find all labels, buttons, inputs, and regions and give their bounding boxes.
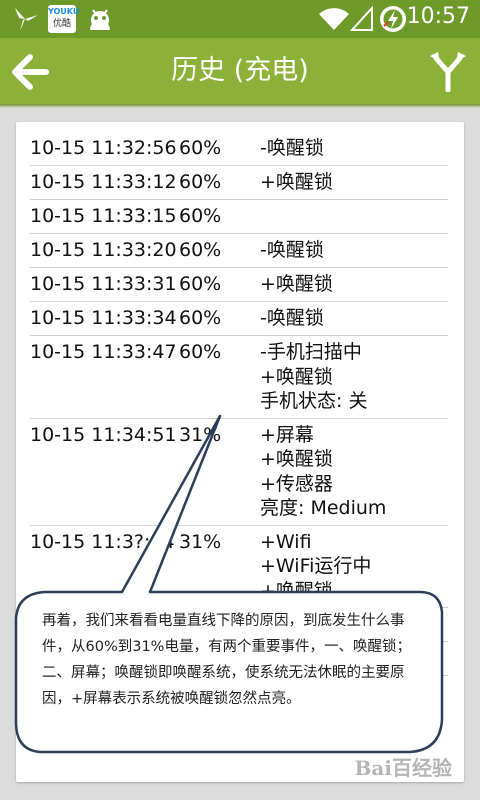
history-event: -唤醒锁 [260, 137, 324, 159]
status-time: 10:57 [406, 4, 470, 29]
history-events: -唤醒锁 [260, 306, 448, 331]
history-percent: 60% [179, 341, 222, 363]
history-percent: 31% [179, 530, 222, 553]
history-time: 10-15 11:33:47 [30, 341, 177, 363]
history-events: +屏幕 +唤醒锁 +传感器 亮度: Medium [260, 423, 448, 521]
history-time: 10-15 11:33:31 [30, 273, 177, 295]
title-bar-shadow [0, 104, 480, 108]
signal-icon [350, 6, 373, 31]
history-time: 10-15 11:33:20 [30, 239, 177, 261]
history-row: 10-15 11:33:20 60% -唤醒锁 [30, 234, 448, 268]
history-events: -唤醒锁 [260, 136, 448, 161]
history-time: 10-15 11:33:15 [30, 205, 177, 227]
history-event: +Wifi [260, 530, 312, 553]
history-row: 10-15 11:3?:54 31% +Wifi +WiFi运行中 +唤醒锁 [30, 526, 448, 608]
history-event: +唤醒锁 [260, 448, 333, 470]
history-time: 10-15 11:34:51 [30, 423, 177, 446]
history-row: 10-15 11:33:34 60% -唤醒锁 [30, 302, 448, 336]
back-arrow-icon[interactable] [10, 52, 52, 92]
history-event: +传感器 [260, 472, 333, 495]
history-event [260, 204, 448, 229]
history-event: -唤醒锁 [260, 239, 324, 261]
history-event: +唤醒锁 [260, 365, 333, 388]
history-event: -手机扫描中 [260, 341, 362, 363]
history-event: +唤醒锁 [260, 171, 333, 193]
history-row: 10-15 11:34:51 31% +屏幕 +唤醒锁 +传感器 亮度: Medium [30, 419, 448, 526]
history-percent: 60% [179, 307, 222, 329]
history-event: +唤醒锁 [260, 273, 333, 295]
history-time: 10-15 11:3?:54 [30, 530, 175, 553]
history-row: 10-15 11:32:56 60% -唤醒锁 [30, 132, 448, 166]
baidu-watermark: Bai百经验 [354, 756, 452, 780]
history-row: 10-15 11:33:15 60% [30, 200, 448, 234]
android-icon [90, 9, 110, 30]
history-row: 10-15 11:33:12 60% +唤醒锁 [30, 166, 448, 200]
history-events: +唤醒锁 [260, 170, 448, 195]
history-event: +屏幕 [260, 423, 314, 446]
history-events: -手机扫描中 +唤醒锁 手机状态: 关 [260, 340, 448, 414]
history-row: 10-15 11:33:47 60% -手机扫描中 +唤醒锁 手机状态: 关 [30, 336, 448, 419]
history-time: 10-15 11:32:56 [30, 137, 177, 159]
history-percent: 60% [179, 239, 222, 261]
history-percent: 60% [179, 273, 222, 295]
history-percent: 60% [179, 171, 222, 193]
youku-sub-label: 优酷 [52, 19, 71, 29]
youku-app-icon: YOUKU 优酷 [48, 5, 80, 33]
callout-text: 再着，我们来看看电量直线下降的原因，到底发生什么事件，从60%到31%电量，有两… [42, 613, 411, 707]
history-list[interactable]: 10-15 11:32:56 60% -唤醒锁 10-15 11:33:12 60% +唤… [30, 132, 448, 676]
history-time: 10-15 11:33:34 [30, 307, 177, 329]
sort-branch-icon[interactable] [428, 50, 468, 92]
wifi-icon [319, 8, 349, 31]
youku-label: YOUKU [48, 7, 80, 16]
history-events: +Wifi +WiFi运行中 +唤醒锁 [260, 530, 448, 604]
history-event: -唤醒锁 [260, 307, 324, 329]
history-event: 亮度: Medium [260, 497, 387, 519]
pinwheel-icon [15, 8, 38, 31]
history-percent: 31% [179, 423, 222, 446]
history-events [260, 204, 448, 229]
page-title: 历史 (充电) [171, 55, 309, 86]
history-percent: 60% [179, 205, 222, 227]
status-bar: YOUKU 优酷 10:57 [0, 0, 480, 38]
history-event: +WiFi运行中 [260, 555, 372, 577]
history-event: +唤醒锁 [260, 579, 333, 602]
history-events: +唤醒锁 [260, 272, 448, 297]
battery-charging-icon [380, 6, 406, 32]
history-time: 10-15 11:33:12 [30, 171, 177, 193]
title-bar: 历史 (充电) [0, 38, 480, 108]
history-percent: 60% [179, 137, 222, 159]
history-event: 手机状态: 关 [260, 390, 368, 412]
history-row: 10-15 11:33:31 60% +唤醒锁 [30, 268, 448, 302]
history-events: -唤醒锁 [260, 238, 448, 263]
